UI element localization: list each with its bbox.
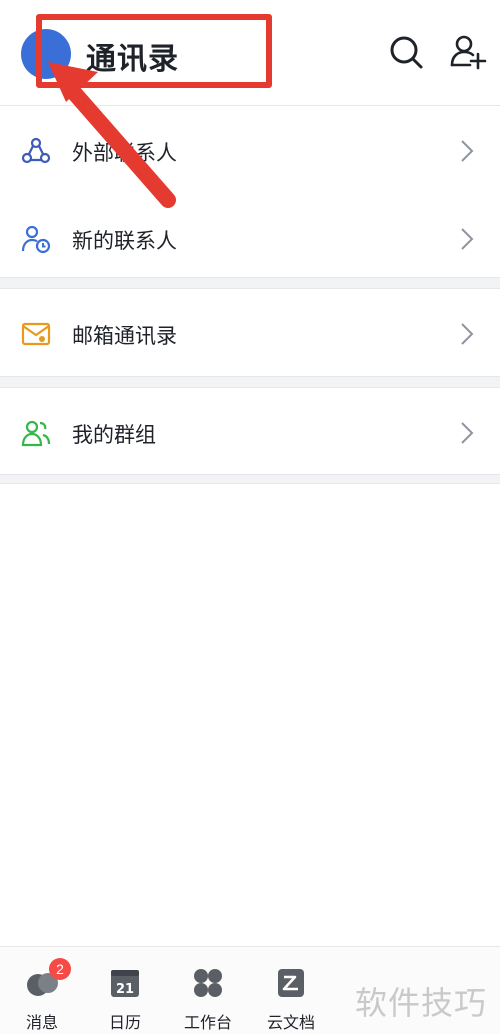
workbench-icon [194, 969, 222, 997]
row-my-groups[interactable]: 我的群组 [0, 389, 500, 477]
section-divider [0, 474, 500, 484]
contacts-group-2: 邮箱通讯录 [0, 290, 500, 378]
tab-label: 消息 [25, 1013, 58, 1032]
search-button[interactable] [386, 32, 426, 72]
row-label: 外部联系人 [72, 141, 177, 165]
add-person-icon [450, 35, 487, 70]
annotation-highlight-box [36, 14, 272, 88]
external-contacts-icon [21, 137, 51, 164]
tab-messages[interactable]: 2 消息 [2, 947, 82, 1034]
row-label: 邮箱通讯录 [72, 324, 177, 348]
docs-icon [278, 969, 304, 997]
chevron-right-icon [461, 323, 474, 345]
chevron-right-icon [461, 422, 474, 444]
tab-docs[interactable]: 云文档 [251, 947, 331, 1034]
watermark-text: 软件技巧 [355, 984, 488, 1022]
search-icon [390, 36, 423, 69]
row-label: 我的群组 [72, 423, 156, 447]
row-label: 新的联系人 [72, 229, 177, 253]
chevron-right-icon [461, 140, 474, 162]
section-divider [0, 277, 500, 289]
unread-badge: 2 [49, 958, 71, 980]
tab-label: 工作台 [183, 1013, 232, 1032]
contacts-group-3: 我的群组 [0, 389, 500, 477]
calendar-date: 21 [116, 982, 134, 997]
tab-label: 日历 [108, 1013, 141, 1032]
tab-calendar[interactable]: 21 日历 [85, 947, 165, 1034]
tab-label: 云文档 [266, 1013, 315, 1032]
new-contact-icon [21, 225, 51, 254]
mail-contacts-icon [21, 322, 51, 346]
row-mail-contacts[interactable]: 邮箱通讯录 [0, 290, 500, 378]
tab-workbench[interactable]: 工作台 [168, 947, 248, 1034]
group-icon [21, 420, 51, 447]
row-new-contacts[interactable]: 新的联系人 [0, 195, 500, 283]
row-external-contacts[interactable]: 外部联系人 [0, 107, 500, 195]
chevron-right-icon [461, 228, 474, 250]
contacts-group-1: 外部联系人 新的联系人 [0, 107, 500, 283]
add-contact-button[interactable] [448, 32, 488, 72]
calendar-icon: 21 [111, 970, 139, 997]
section-divider [0, 376, 500, 388]
